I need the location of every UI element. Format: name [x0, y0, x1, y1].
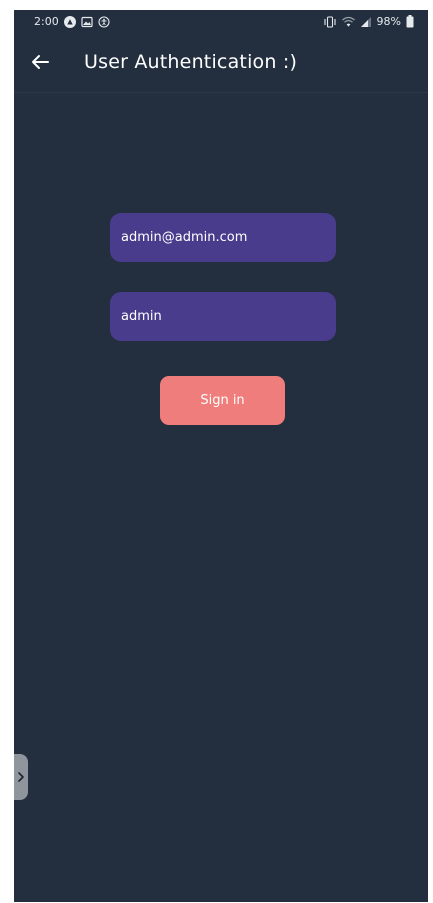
- app-notification-icon: [63, 15, 76, 28]
- email-input[interactable]: [121, 230, 325, 245]
- signal-icon: [360, 16, 372, 28]
- battery-percentage: 98%: [376, 15, 401, 28]
- app-bar: User Authentication :): [14, 36, 428, 93]
- status-bar-right: 98%: [323, 15, 414, 28]
- status-bar-left: 2:00: [34, 15, 110, 28]
- vibrate-icon: [323, 15, 337, 28]
- password-input[interactable]: [121, 309, 325, 324]
- wifi-icon: [341, 16, 355, 28]
- arrow-left-icon[interactable]: [28, 50, 52, 74]
- status-time: 2:00: [34, 15, 59, 28]
- email-field[interactable]: [110, 213, 336, 262]
- chevron-right-icon: [17, 768, 25, 787]
- password-field[interactable]: [110, 292, 336, 341]
- battery-icon: [406, 15, 414, 28]
- status-bar: 2:00 98%: [14, 10, 428, 36]
- edge-panel-handle[interactable]: [14, 754, 28, 800]
- gallery-icon: [81, 16, 93, 28]
- accessibility-icon: [98, 15, 110, 28]
- sign-in-button[interactable]: Sign in: [160, 376, 285, 425]
- page-title: User Authentication :): [84, 51, 298, 73]
- app-screen: 2:00 98% User Authentication:) admin@ad…: [14, 10, 428, 902]
